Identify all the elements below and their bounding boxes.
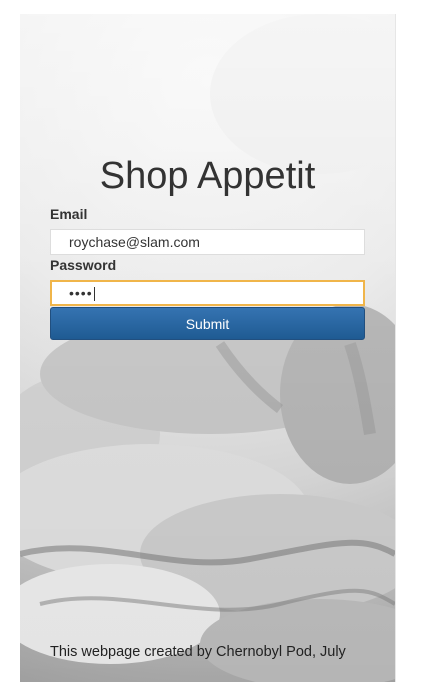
password-label: Password — [50, 257, 117, 273]
email-label: Email — [50, 206, 88, 222]
background-food-photo — [20, 14, 395, 682]
submit-button[interactable]: Submit — [50, 307, 365, 340]
login-screen: Shop Appetit Email roychase@slam.com Pas… — [20, 14, 396, 682]
text-cursor — [93, 287, 95, 302]
password-value: •••• — [69, 285, 93, 301]
app-title: Shop Appetit — [99, 155, 316, 197]
email-field[interactable]: roychase@slam.com — [50, 229, 365, 255]
email-value: roychase@slam.com — [69, 234, 200, 250]
password-field[interactable]: •••• — [50, 280, 365, 306]
footer-credit: This webpage created by Chernobyl Pod, J… — [50, 644, 346, 660]
